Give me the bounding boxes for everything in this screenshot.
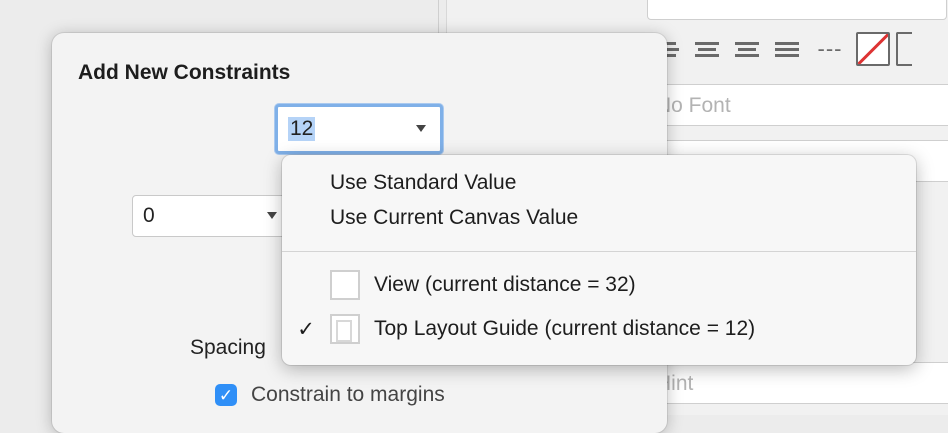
font-field[interactable]: No Font (647, 84, 948, 126)
menu-item-view[interactable]: View (current distance = 32) (282, 267, 636, 303)
text-alignment-bar: --- (650, 30, 912, 70)
chevron-down-icon[interactable] (267, 212, 277, 219)
menu-item-top-layout-guide-label: Top Layout Guide (current distance = 12) (374, 317, 756, 340)
checkmark-icon: ✓ (297, 317, 315, 341)
constrain-to-margins-row[interactable]: ✓ Constrain to margins (215, 383, 445, 407)
align-center-icon[interactable] (690, 30, 724, 68)
align-justify-icon[interactable] (770, 30, 804, 68)
menu-item-standard-value[interactable]: Use Standard Value (330, 171, 516, 195)
chevron-down-icon[interactable] (416, 125, 426, 132)
menu-item-view-label: View (current distance = 32) (374, 273, 636, 296)
menu-separator (282, 251, 916, 252)
checkbox-checked-icon[interactable]: ✓ (215, 384, 237, 406)
font-field-placeholder: No Font (656, 93, 731, 117)
hint-field[interactable]: Hint (647, 362, 948, 404)
left-constraint-combo[interactable]: 0 (132, 195, 292, 237)
view-thumbnail-icon (330, 270, 360, 300)
top-constraint-combo[interactable]: 12 (275, 104, 443, 154)
spacing-label: Spacing (190, 336, 266, 359)
constraint-value-menu: Use Standard Value Use Current Canvas Va… (282, 155, 916, 365)
left-constraint-value[interactable]: 0 (143, 204, 155, 228)
menu-item-top-layout-guide[interactable]: ✓ Top Layout Guide (current distance = 1… (282, 311, 755, 347)
layout-guide-icon (330, 314, 360, 344)
align-right-icon[interactable] (730, 30, 764, 68)
align-natural-icon[interactable]: --- (810, 30, 850, 68)
popover-title: Add New Constraints (78, 61, 291, 84)
menu-item-canvas-value[interactable]: Use Current Canvas Value (330, 206, 578, 230)
border-style-icon[interactable] (896, 32, 912, 66)
top-constraint-value[interactable]: 12 (288, 117, 316, 141)
constrain-to-margins-label: Constrain to margins (251, 383, 445, 406)
no-color-swatch-icon[interactable] (856, 32, 890, 66)
top-partial-field[interactable] (647, 0, 947, 20)
